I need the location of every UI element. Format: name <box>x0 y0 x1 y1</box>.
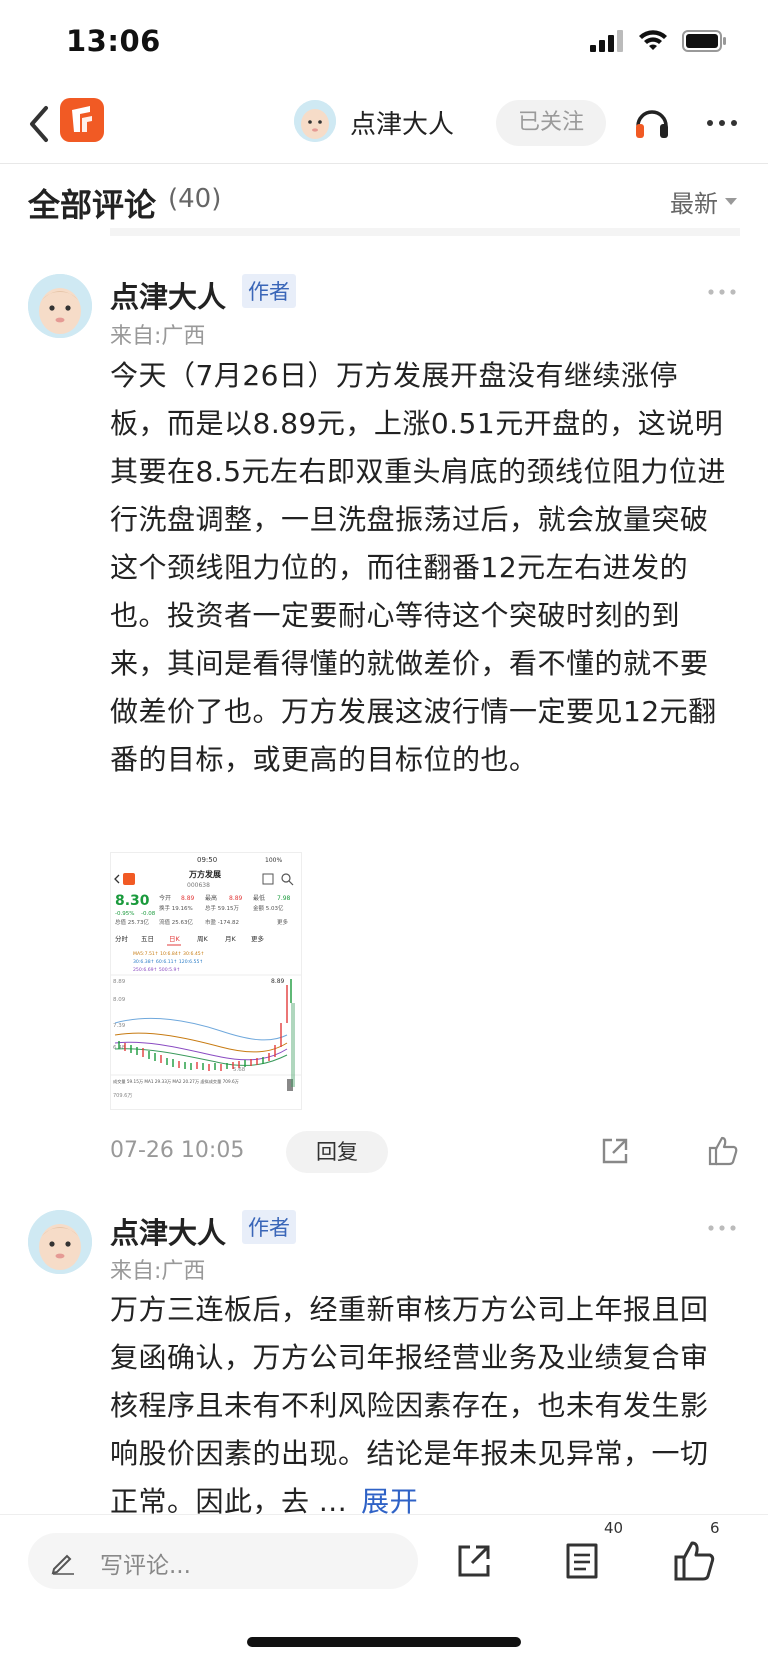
thumb-tab: 日K <box>169 935 181 943</box>
thumb-low-label: 最低 <box>253 894 265 902</box>
sort-label: 最新 <box>670 190 718 218</box>
signal-icon <box>590 30 623 52</box>
thumb-y-label: 8.89 <box>113 979 126 985</box>
headphone-icon[interactable] <box>630 100 674 144</box>
thumb-low: 7.98 <box>277 895 291 902</box>
comment-count-badge: 40 <box>604 1519 624 1537</box>
thumb-tab: 分时 <box>115 934 129 943</box>
comment-location: 来自:广西 <box>110 324 206 349</box>
baby-avatar-icon <box>294 100 336 142</box>
comment-avatar[interactable] <box>28 274 92 338</box>
comment-avatar[interactable] <box>28 1210 92 1274</box>
thumb-battery: 100% <box>265 857 282 864</box>
reply-button[interactable]: 回复 <box>286 1131 388 1173</box>
battery-icon <box>682 30 726 52</box>
thumb-tab: 五日 <box>141 935 154 943</box>
more-options-icon[interactable] <box>704 108 740 138</box>
nav-username[interactable]: 点津大人 <box>350 104 454 141</box>
follow-button[interactable]: 已关注 <box>496 100 606 146</box>
app-logo[interactable] <box>60 98 104 142</box>
comments-title: 全部评论 <box>28 186 157 224</box>
comment-text-body: 万方三连板后，经重新审核万方公司上年报且回复函确认，万方公司年报经营业务及业绩复… <box>110 1293 709 1516</box>
comment-author[interactable]: 点津大人 <box>110 274 226 316</box>
share-icon[interactable] <box>450 1537 498 1585</box>
stock-chart-thumbnail: 09:50 100% 万方发展 000638 8.30 -0.95% -0.08… <box>111 853 301 1109</box>
expand-link[interactable]: 展开 <box>361 1485 418 1516</box>
comment-time: 07-26 10:05 <box>110 1138 245 1163</box>
thumb-ma-line: MA5:7.51↑ 10:6.84↑ 30:6.45↑ <box>133 951 205 957</box>
thumb-top-value: 8.89 <box>271 978 285 985</box>
thumb-float-cap: 流值 25.63亿 <box>159 918 193 926</box>
thumb-more: 更多 <box>277 918 289 926</box>
comment-author[interactable]: 点津大人 <box>110 1210 226 1252</box>
comment-input-placeholder: 写评论... <box>100 1553 191 1579</box>
baby-avatar-icon <box>28 274 92 338</box>
nav-avatar[interactable] <box>294 100 336 142</box>
home-indicator <box>247 1637 521 1647</box>
status-icons <box>590 30 728 52</box>
thumb-y-label: 8.09 <box>113 997 126 1003</box>
thumb-change-abs: -0.08 <box>141 911 156 917</box>
thumb-total-hand: 总手 59.15万 <box>205 904 239 912</box>
status-time: 13:06 <box>66 24 161 58</box>
thumb-tab: 周K <box>197 935 209 943</box>
thumb-pe: 市盈 -174.82 <box>205 918 239 926</box>
author-badge: 作者 <box>242 274 296 308</box>
comment-text[interactable]: 今天（7月26日）万方发展开盘没有继续涨停板，而是以8.89元，上涨0.51元开… <box>110 352 730 832</box>
like-icon[interactable] <box>706 1134 740 1168</box>
nav-bar: 点津大人 已关注 <box>0 84 768 164</box>
back-button[interactable] <box>22 102 56 146</box>
thumb-price: 8.30 <box>115 893 150 909</box>
comments-icon[interactable] <box>558 1537 606 1585</box>
comments-header: 全部评论 (40) 最新 <box>0 170 768 232</box>
status-bar: 13:06 <box>0 0 768 84</box>
thumb-ma-line3: 250:6.69↑ 500:5.9↑ <box>133 967 180 973</box>
thumb-stock-name: 万方发展 <box>188 869 221 879</box>
thumb-status-time: 09:50 <box>197 856 217 864</box>
comment-more-icon[interactable] <box>706 285 738 299</box>
thumb-open-label: 今开 <box>159 894 171 902</box>
comments-count: (40) <box>168 184 222 214</box>
wifi-icon <box>639 30 667 50</box>
thumb-open: 8.89 <box>181 895 195 902</box>
thumb-amount: 金额 5.03亿 <box>253 904 284 912</box>
thumb-high-label: 最高 <box>205 894 217 902</box>
thumb-turnover: 换手 19.16% <box>159 904 193 912</box>
thumb-change: -0.95% <box>115 911 134 917</box>
thumb-total-cap: 总值 25.73亿 <box>115 918 149 926</box>
comment-text[interactable]: 万方三连板后，经重新审核万方公司上年报且回复函确认，万方公司年报经营业务及业绩复… <box>110 1286 730 1516</box>
share-icon[interactable] <box>598 1134 632 1168</box>
thumb-y-label: 7.39 <box>113 1023 126 1029</box>
comment-input[interactable]: 写评论... <box>28 1533 418 1589</box>
comment-location: 来自:广西 <box>110 1259 206 1284</box>
thumb-vol-line: 成交量 59.15万 MA1 29.33万 MA2 20.27万 虚拟成交量 7… <box>113 1078 239 1085</box>
comment-more-icon[interactable] <box>706 1221 738 1235</box>
sort-dropdown[interactable]: 最新 <box>670 184 738 219</box>
author-badge: 作者 <box>242 1210 296 1244</box>
thumb-vol-bottom: 709.6万 <box>113 1093 132 1099</box>
baby-avatar-icon <box>28 1210 92 1274</box>
pen-icon <box>51 1554 74 1575</box>
thumb-tab: 更多 <box>251 934 265 943</box>
like-count-badge: 6 <box>710 1519 720 1537</box>
caret-down-icon <box>725 197 737 205</box>
bottom-bar: 写评论... 40 6 <box>0 1514 768 1610</box>
app-logo-icon <box>72 106 92 132</box>
thumb-stock-code: 000638 <box>187 882 210 889</box>
comment-image[interactable]: 09:50 100% 万方发展 000638 8.30 -0.95% -0.08… <box>110 852 302 1110</box>
like-icon[interactable] <box>670 1537 718 1585</box>
thumb-high: 8.89 <box>229 895 243 902</box>
divider <box>110 228 740 236</box>
thumb-ma-line2: 30:6.38↑ 60:6.11↑ 120:6.55↑ <box>133 959 203 965</box>
thumb-tab: 月K <box>225 935 237 943</box>
